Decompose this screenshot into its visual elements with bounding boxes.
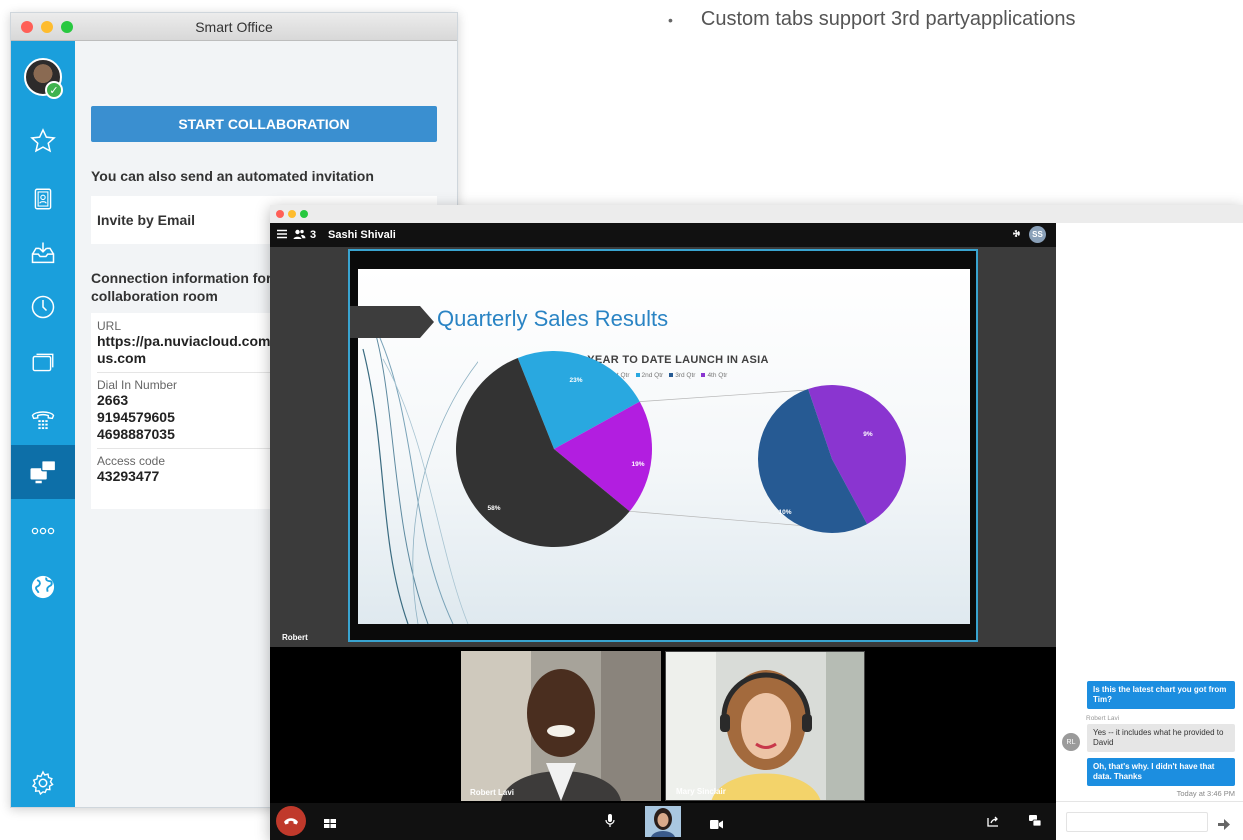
start-collaboration-button[interactable]: START COLLABORATION <box>91 106 437 142</box>
video-camera-icon[interactable] <box>710 816 723 834</box>
chat-panel: Is this the latest chart you got from Ti… <box>1056 223 1243 840</box>
self-view-thumbnail[interactable] <box>645 806 681 837</box>
connection-info-title: Connection information for collaboration… <box>91 269 271 305</box>
window-titlebar: Smart Office <box>11 13 457 41</box>
chat-message-incoming: Yes -- it includes what he provided to D… <box>1087 724 1235 752</box>
layout-grid-icon[interactable] <box>324 816 336 834</box>
collaboration-icon[interactable] <box>11 445 75 499</box>
favorites-star-icon[interactable] <box>11 117 75 165</box>
stage-label: Robert <box>282 633 308 642</box>
video-thumbnail-robert <box>461 651 661 801</box>
video-name-mary: Mary Sinclair <box>676 787 726 796</box>
video-tile-robert[interactable]: Robert Lavi <box>461 651 661 801</box>
inbox-icon[interactable] <box>11 229 75 277</box>
chat-input[interactable] <box>1066 812 1208 832</box>
settings-gear-icon[interactable] <box>11 759 75 807</box>
chat-message-outgoing: Oh, that's why. I didn't have that data.… <box>1087 758 1235 786</box>
collab-minimize-button[interactable] <box>288 210 296 218</box>
pie-label-58: 58% <box>487 505 500 512</box>
chat-sender-avatar: RL <box>1062 733 1080 751</box>
chat-timestamp: Today at 3:46 PM <box>1176 789 1235 798</box>
pie-label-23: 23% <box>569 377 582 384</box>
video-tile-mary[interactable]: Mary Sinclair <box>665 651 865 801</box>
send-arrow-icon[interactable] <box>1218 817 1230 835</box>
shared-slide: Quarterly Sales Results YEAR TO DATE LAU… <box>348 249 978 642</box>
menu-icon[interactable] <box>276 228 288 243</box>
microphone-icon[interactable] <box>605 814 615 833</box>
call-controls-bar <box>270 803 1056 840</box>
video-thumbnail-mary <box>666 652 864 800</box>
video-name-robert: Robert Lavi <box>470 788 515 797</box>
collab-titlebar <box>270 205 1243 223</box>
bullet-text: Custom tabs support 3rd partyapplication… <box>700 8 1076 30</box>
slide-content: Quarterly Sales Results YEAR TO DATE LAU… <box>350 269 970 624</box>
sidebar: ✓ <box>11 41 75 807</box>
presenter-name: Sashi Shivali <box>328 229 396 241</box>
end-call-button[interactable] <box>276 806 306 836</box>
settings-icon[interactable] <box>1011 228 1022 242</box>
video-strip: Robert Lavi Mary Sinclair <box>270 647 1056 803</box>
collab-close-button[interactable] <box>276 210 284 218</box>
window-title: Smart Office <box>195 19 273 35</box>
chat-sender-name: Robert Lavi <box>1086 715 1120 722</box>
presenter-avatar[interactable]: SS <box>1029 226 1046 243</box>
bullet-dot: • <box>668 12 673 28</box>
screens-icon[interactable] <box>11 339 75 387</box>
participant-count: 3 <box>310 229 317 241</box>
hangup-icon <box>284 818 298 825</box>
pie-label-10: 10% <box>778 509 791 516</box>
pie-label-9: 9% <box>863 431 873 438</box>
chart: 58% 23% 19% 10% 9% <box>456 351 906 547</box>
connection-title-line1: Connection information for <box>91 270 272 286</box>
collab-topbar: 3 Sashi Shivali SS <box>270 223 1056 247</box>
globe-icon[interactable] <box>11 563 75 611</box>
phone-dialpad-icon[interactable] <box>11 395 75 443</box>
contacts-icon[interactable] <box>11 175 75 223</box>
pie-label-19: 19% <box>631 461 644 468</box>
invite-email-label: Invite by Email <box>97 212 196 228</box>
participants-icon[interactable] <box>293 228 306 243</box>
chat-message-outgoing: Is this the latest chart you got from Ti… <box>1087 681 1235 709</box>
bullet-point: • Custom tabs support 3rd partyapplicati… <box>668 8 1076 32</box>
shared-screen-stage: Quarterly Sales Results YEAR TO DATE LAU… <box>270 247 1056 647</box>
connection-title-line2: collaboration room <box>91 288 218 304</box>
chat-divider <box>1056 801 1243 802</box>
collaboration-window: 3 Sashi Shivali SS Quarterly Sales Resul… <box>270 205 1243 840</box>
collab-maximize-button[interactable] <box>300 210 308 218</box>
chat-toggle-icon[interactable] <box>1029 814 1042 832</box>
share-screen-icon[interactable] <box>987 814 999 832</box>
status-check-icon: ✓ <box>45 81 63 99</box>
invite-text: You can also send an automated invitatio… <box>91 168 374 184</box>
history-clock-icon[interactable] <box>11 283 75 331</box>
more-icon[interactable] <box>11 507 75 555</box>
